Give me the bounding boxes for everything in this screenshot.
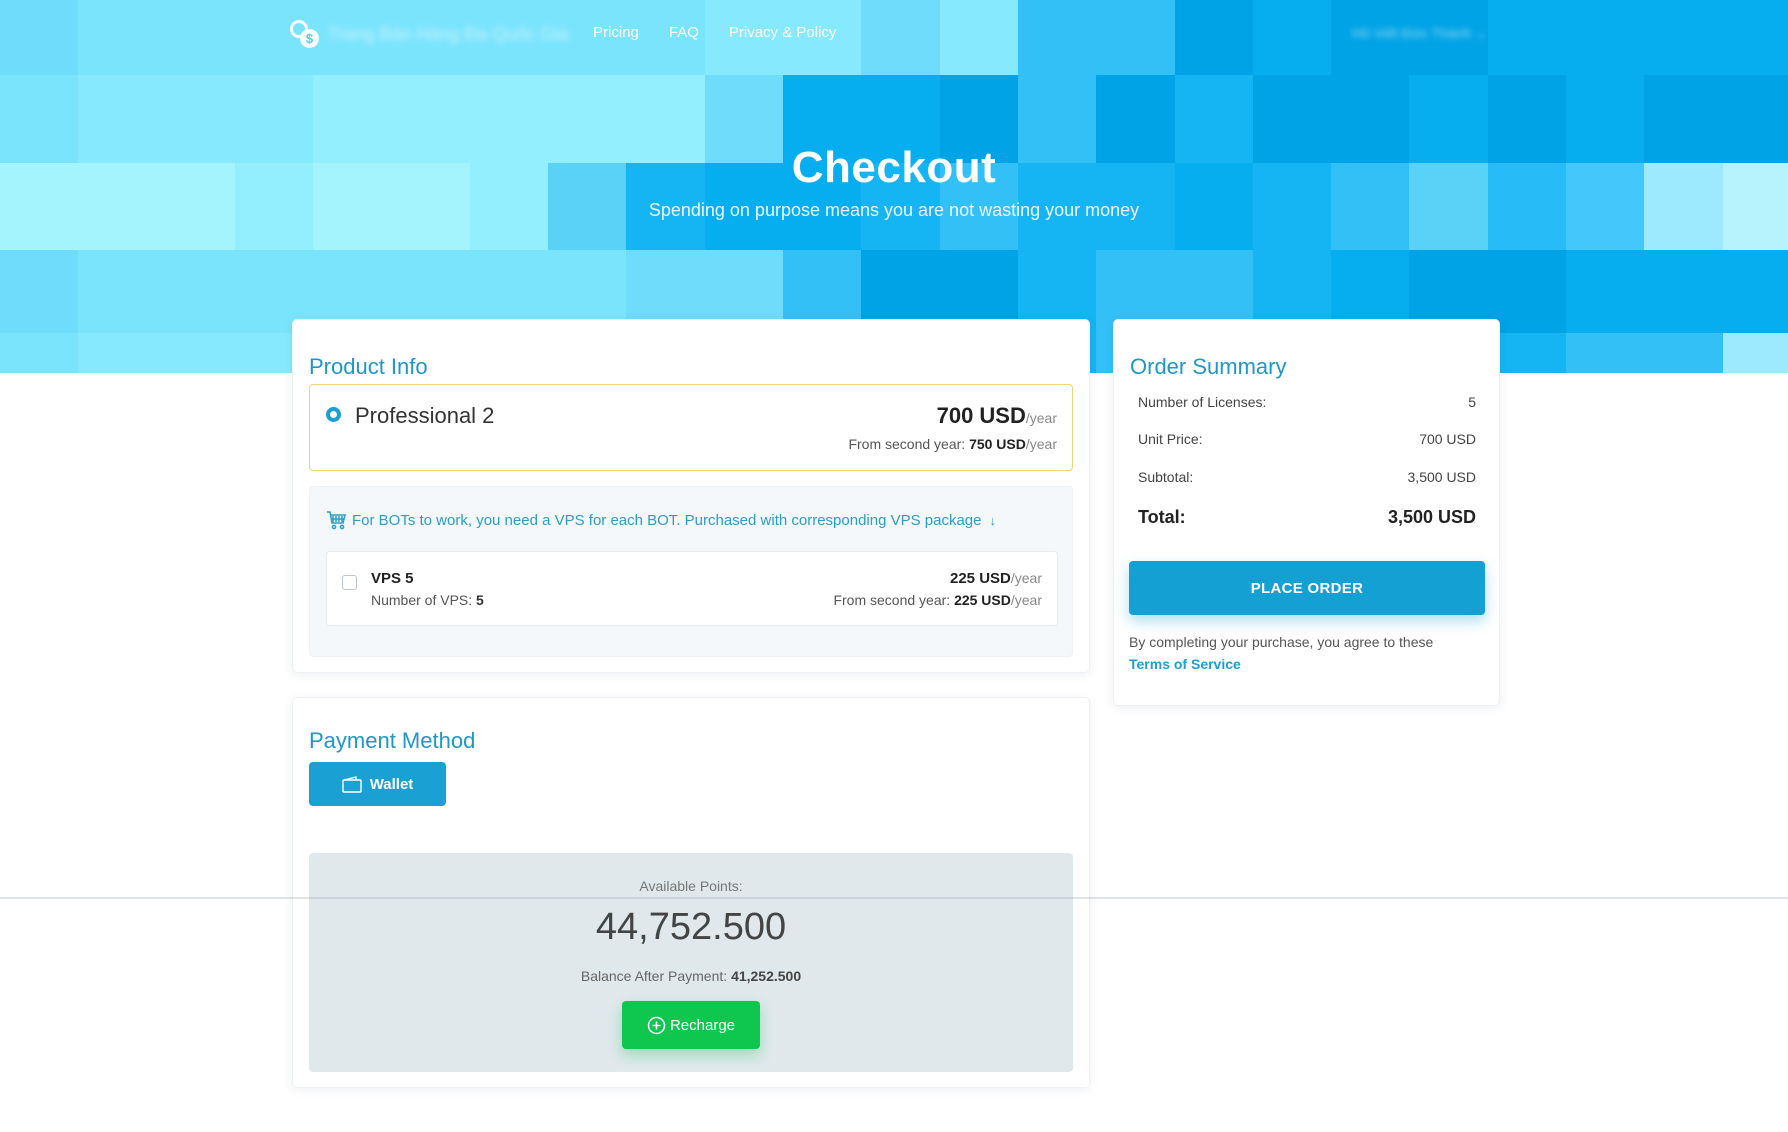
product-info-card: Product Info Professional 2 700 USD/year… [292, 319, 1090, 673]
arrow-down-icon: ↓ [989, 513, 997, 528]
balance-after-value: 41,252.500 [731, 968, 802, 984]
summary-row-label: Subtotal: [1138, 469, 1194, 485]
plan-price-value: 700 USD [936, 403, 1026, 428]
brand[interactable]: $ Trang Bán Hàng Đa Quốc Gia [290, 18, 568, 50]
vps-note[interactable]: For BOTs to work, you need a VPS for eac… [326, 511, 996, 530]
plan-radio-selected[interactable] [326, 407, 341, 422]
plan-price-unit: /year [1025, 410, 1057, 426]
summary-row-value: 700 USD [1419, 431, 1476, 447]
hero-banner: $ Trang Bán Hàng Đa Quốc Gia Pricing FAQ… [0, 0, 1788, 373]
mosaic-tile [0, 333, 80, 373]
balance-after-label: Balance After Payment: [580, 968, 728, 984]
mosaic-tile [1722, 333, 1788, 373]
product-info-title: Product Info [309, 354, 428, 379]
plan-name: Professional 2 [355, 403, 495, 428]
nav-link-pricing[interactable]: Pricing [593, 24, 639, 41]
balance-after-payment: Balance After Payment: 41,252.500 [309, 968, 1073, 984]
payment-method-title: Payment Method [309, 728, 476, 753]
wallet-balance-panel: Available Points: 44,752.500 Balance Aft… [309, 853, 1073, 1072]
wallet-icon [341, 775, 362, 793]
mosaic-tile [1566, 250, 1646, 333]
plan-price: 700 USD/year [937, 403, 1057, 429]
mosaic-tile [156, 333, 236, 373]
vps-checkbox[interactable] [342, 575, 357, 590]
vps-count: Number of VPS: 5 [371, 592, 484, 608]
mosaic-tile [156, 250, 236, 333]
page-title: Checkout [791, 143, 997, 192]
order-summary-title: Order Summary [1130, 354, 1287, 379]
plus-circle-icon [647, 1016, 666, 1034]
summary-row-unit-price: Unit Price: 700 USD [1138, 431, 1476, 447]
nav-link-privacy-policy[interactable]: Privacy & Policy [729, 24, 837, 41]
payment-method-card: Payment Method Wallet Available Points: … [292, 697, 1090, 1088]
coins-logo-icon: $ [290, 18, 320, 50]
vps-renew-value: 225 USD [954, 592, 1011, 608]
plan-renew-value: 750 USD [969, 436, 1026, 452]
page-subtitle: Spending on purpose means you are not wa… [648, 200, 1140, 220]
summary-row-value: 5 [1468, 394, 1476, 410]
plan-renew-unit: /year [1025, 436, 1057, 452]
wallet-button[interactable]: Wallet [309, 762, 446, 806]
divider-line [0, 897, 1788, 899]
available-points-value: 44,752.500 [595, 906, 787, 948]
vps-price: 225 USD/year [950, 570, 1042, 587]
summary-row-label: Number of Licenses: [1138, 394, 1267, 410]
vps-renew-price: From second year: 225 USD/year [833, 592, 1042, 608]
mosaic-tile [1722, 250, 1788, 333]
summary-row-licenses: Number of Licenses: 5 [1138, 394, 1476, 410]
vps-option[interactable]: VPS 5 Number of VPS: 5 225 USD/year From… [326, 551, 1058, 626]
top-navbar: $ Trang Bán Hàng Đa Quốc Gia Pricing FAQ… [0, 0, 1788, 70]
terms-text: By completing your purchase, you agree t… [1129, 634, 1434, 650]
vps-count-label: Number of VPS: [371, 592, 473, 608]
plan-option[interactable]: Professional 2 700 USD/year From second … [309, 384, 1073, 471]
summary-row-subtotal: Subtotal: 3,500 USD [1138, 469, 1476, 485]
recharge-button-label: Recharge [669, 1016, 736, 1034]
vps-price-value: 225 USD [950, 570, 1011, 587]
mosaic-tile [0, 250, 80, 333]
summary-row-value: 3,500 USD [1407, 469, 1476, 485]
terms-notice: By completing your purchase, you agree t… [1129, 631, 1469, 675]
total-value: 3,500 USD [1387, 507, 1476, 527]
order-summary-card: Order Summary Number of Licenses: 5 Unit… [1113, 319, 1500, 706]
recharge-button[interactable]: Recharge [622, 1001, 760, 1049]
wallet-button-label: Wallet [369, 775, 414, 793]
vps-note-text: For BOTs to work, you need a VPS for eac… [352, 512, 982, 529]
vps-price-unit: /year [1010, 570, 1042, 586]
vps-renew-label: From second year: [833, 592, 951, 608]
brand-name: Trang Bán Hàng Đa Quốc Gia [328, 23, 569, 44]
vps-section: For BOTs to work, you need a VPS for eac… [309, 486, 1073, 657]
nav-link-faq[interactable]: FAQ [669, 24, 699, 41]
nav-links: Pricing FAQ Privacy & Policy [593, 24, 836, 41]
user-menu[interactable]: Hồ Viết Đức Thành ⌄ [1352, 25, 1487, 42]
plan-renew-price: From second year: 750 USD/year [848, 436, 1057, 452]
vps-name: VPS 5 [371, 570, 414, 587]
mosaic-tile [1566, 333, 1646, 373]
available-points-label: Available Points: [639, 878, 743, 894]
terms-of-service-link[interactable]: Terms of Service [1129, 656, 1241, 672]
mosaic-tile [78, 333, 158, 373]
vps-count-value: 5 [476, 592, 484, 608]
summary-row-total: Total: 3,500 USD [1138, 507, 1476, 528]
vps-renew-unit: /year [1010, 592, 1042, 608]
mosaic-tile [1644, 250, 1724, 333]
place-order-button[interactable]: PLACE ORDER [1129, 561, 1485, 615]
mosaic-tile [78, 250, 158, 333]
mosaic-tile [1487, 250, 1567, 333]
plan-renew-label: From second year: [848, 436, 966, 452]
summary-row-label: Unit Price: [1138, 431, 1203, 447]
mosaic-tile [1644, 333, 1724, 373]
shopping-cart-icon [327, 511, 346, 530]
total-label: Total: [1138, 507, 1186, 527]
